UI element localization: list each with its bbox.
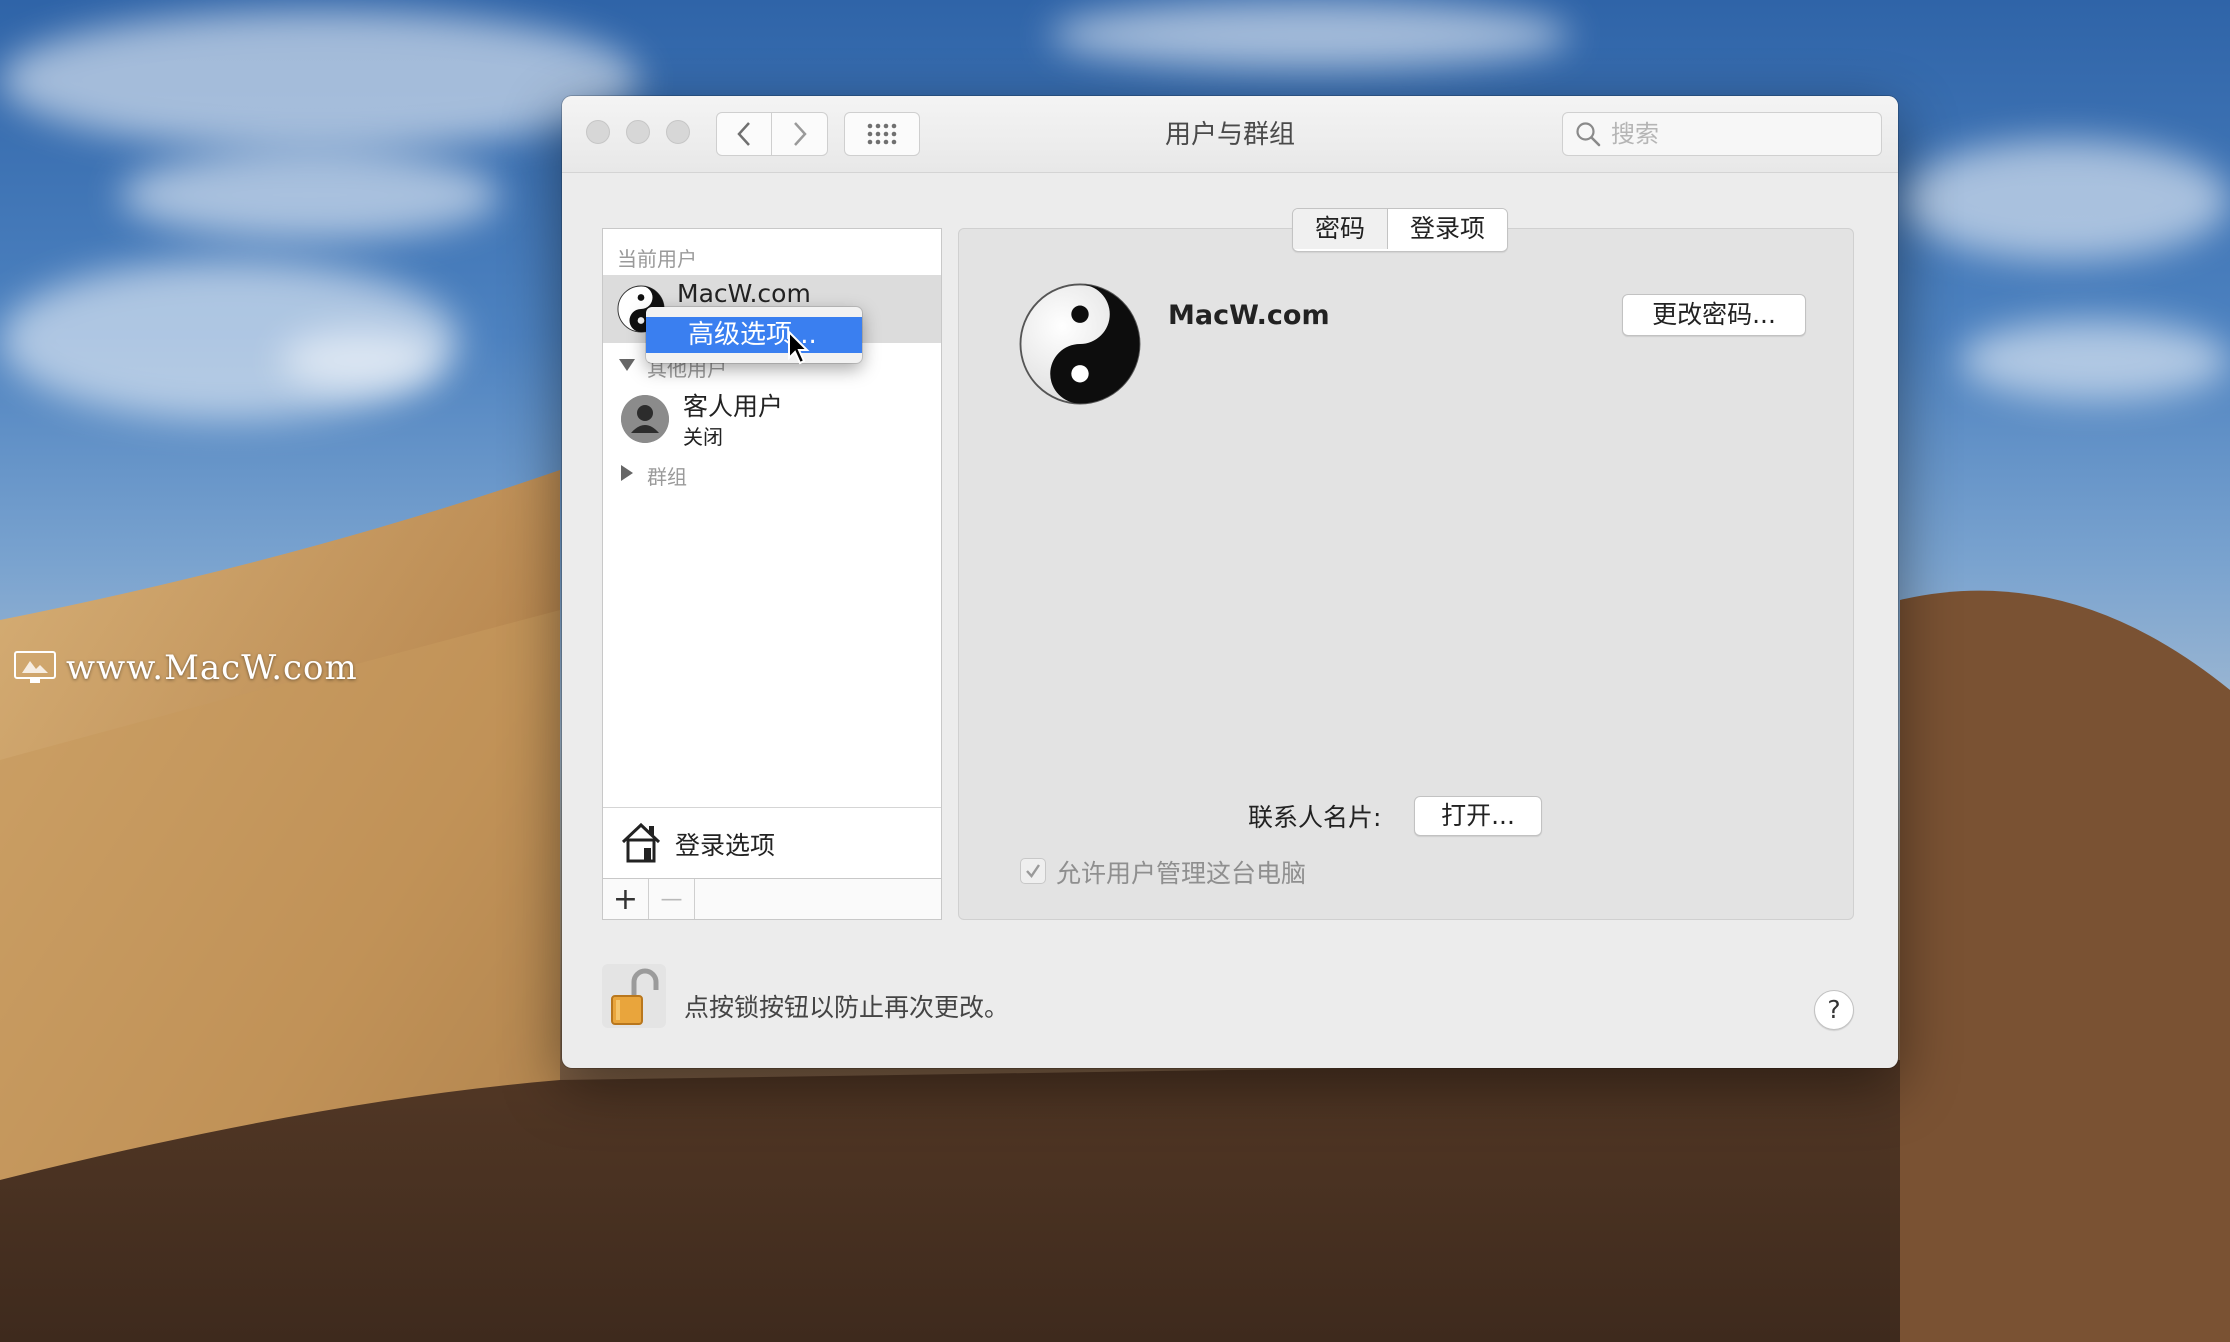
checkmark-icon: [1026, 864, 1040, 878]
tab-password[interactable]: 密码: [1293, 209, 1389, 249]
lock-instruction-text: 点按锁按钮以防止再次更改。: [684, 993, 1010, 1022]
monitor-icon: [14, 651, 56, 683]
titlebar: 用户与群组: [562, 96, 1898, 173]
groups-header: 群组: [647, 465, 687, 489]
open-contact-button[interactable]: 打开...: [1414, 796, 1542, 836]
user-picture[interactable]: [1018, 282, 1142, 406]
remove-user-button[interactable]: —: [649, 879, 695, 919]
lock-icon[interactable]: [602, 964, 666, 1028]
guest-user-status: 关闭: [683, 425, 723, 449]
help-button[interactable]: ?: [1814, 990, 1854, 1030]
search-icon: [1576, 122, 1601, 147]
search-input[interactable]: [1609, 119, 1873, 149]
current-user-name: MacW.com: [677, 279, 811, 308]
tab-bar: 密码 登录项: [1292, 208, 1509, 252]
tab-login-items[interactable]: 登录项: [1388, 209, 1508, 249]
contact-card-label: 联系人名片:: [1248, 803, 1382, 832]
sidebar-bar-spacer: [695, 879, 941, 919]
menu-item-advanced-options[interactable]: 高级选项...: [646, 317, 862, 353]
person-icon: [621, 395, 669, 443]
context-menu: 高级选项...: [646, 307, 862, 363]
add-user-button[interactable]: +: [603, 879, 649, 919]
watermark: www.MacW.com: [14, 648, 358, 688]
house-icon: [621, 822, 661, 863]
current-users-header: 当前用户: [617, 247, 697, 271]
system-preferences-window: 用户与群组 当前用户 MacW.com 其他用户: [562, 96, 1898, 1068]
change-password-button[interactable]: 更改密码...: [1622, 294, 1806, 336]
sidebar-button-bar: + —: [603, 878, 941, 919]
mouse-cursor-icon: [788, 330, 810, 365]
guest-user-name: 客人用户: [683, 392, 784, 421]
allow-admin-checkbox[interactable]: [1020, 858, 1046, 884]
detail-user-name: MacW.com: [1168, 300, 1330, 331]
disclosure-expanded-icon[interactable]: [619, 359, 635, 371]
login-options-label: 登录选项: [675, 831, 776, 860]
sidebar-item-login-options[interactable]: 登录选项: [603, 807, 941, 878]
guest-avatar: [621, 395, 669, 443]
search-field[interactable]: [1562, 112, 1882, 156]
disclosure-collapsed-icon[interactable]: [621, 465, 633, 481]
allow-admin-label: 允许用户管理这台电脑: [1056, 859, 1307, 888]
watermark-text: www.MacW.com: [66, 648, 358, 688]
